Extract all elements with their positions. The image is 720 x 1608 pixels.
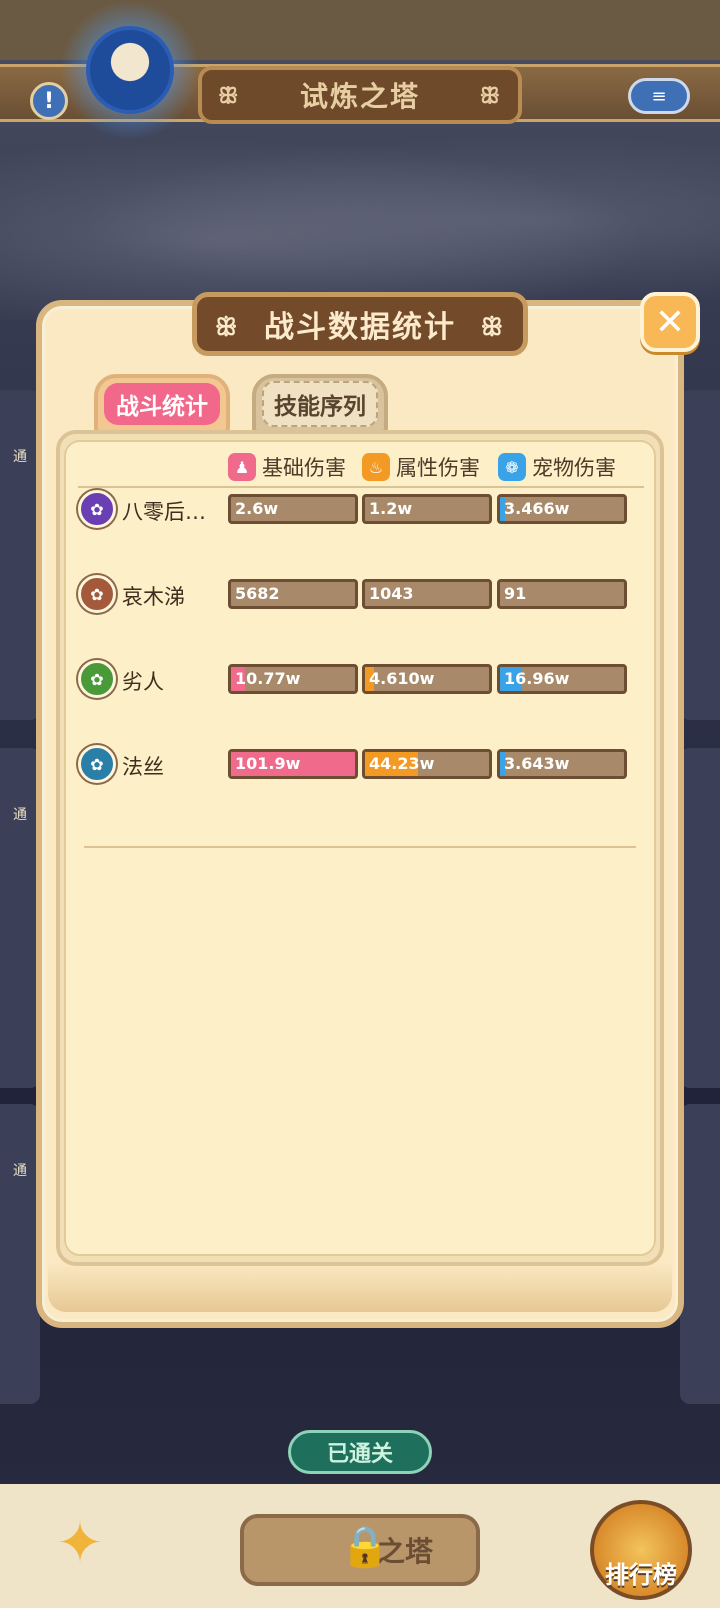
column-header-pet-damage: ❁ 宠物伤害 [498, 452, 616, 482]
column-label: 基础伤害 [262, 456, 346, 480]
tab-battle-stats[interactable]: 战斗统计 [94, 374, 230, 434]
person-icon: ♟ [228, 453, 256, 481]
tab-label: 技能序列 [262, 381, 378, 427]
header-divider [78, 486, 644, 488]
stats-panel-inner [64, 440, 656, 1256]
leaderboard-label: 排行榜 [605, 1561, 677, 1589]
damage-bar: 10.77w [228, 664, 358, 694]
tab-skill-sequence[interactable]: 技能序列 [252, 374, 388, 434]
damage-value: 10.77w [235, 669, 301, 688]
damage-value: 16.96w [504, 669, 570, 688]
damage-value: 1.2w [369, 499, 413, 518]
damage-value: 44.23w [369, 754, 435, 773]
side-card-right-1[interactable] [680, 390, 720, 720]
damage-bar: 91 [497, 579, 627, 609]
damage-value: 4.610w [369, 669, 435, 688]
damage-value: 101.9w [235, 754, 301, 773]
tab-label: 战斗统计 [104, 383, 220, 425]
hero-name: 劣人 [122, 670, 164, 694]
side-card-left-2[interactable]: 通 [0, 748, 40, 1088]
damage-bar: 3.466w [497, 494, 627, 524]
column-label: 属性伤害 [396, 456, 480, 480]
side-card-label: 通 [13, 449, 27, 465]
damage-value: 2.6w [235, 499, 279, 518]
swirl-right-icon: ꕥ [479, 84, 502, 109]
hero-avatar-icon: ✿ [78, 575, 116, 613]
damage-bar: 101.9w [228, 749, 358, 779]
close-button[interactable]: ✕ [640, 292, 700, 352]
cleared-badge: 已通关 [288, 1430, 432, 1474]
tower-title: ꕥ 试炼之塔 ꕥ [198, 66, 522, 124]
menu-button[interactable]: ≡ [628, 78, 690, 114]
hero-name: 哀木涕 [122, 585, 185, 609]
damage-bar: 2.6w [228, 494, 358, 524]
lock-icon: 🔒 [340, 1524, 390, 1570]
fish-bone-icon[interactable]: ✦ [30, 1512, 130, 1576]
modal-title-text: 战斗数据统计 [264, 310, 456, 345]
flame-icon: ♨ [362, 453, 390, 481]
swirl-right-icon: ꕥ [480, 313, 505, 341]
column-header-attr-damage: ♨ 属性伤害 [362, 452, 480, 482]
damage-value: 3.466w [504, 499, 570, 518]
column-header-base-damage: ♟ 基础伤害 [228, 452, 346, 482]
damage-value: 1043 [369, 584, 414, 603]
side-card-right-2[interactable] [680, 748, 720, 1088]
paw-icon: ❁ [498, 453, 526, 481]
leaderboard-button[interactable]: 排行榜 [590, 1500, 692, 1600]
swirl-left-icon: ꕥ [218, 84, 241, 109]
side-card-left-1[interactable]: 通 [0, 390, 40, 720]
damage-bar: 1043 [362, 579, 492, 609]
scene-clouds [0, 120, 720, 320]
modal-footer-decoration [48, 1262, 672, 1312]
hero-name: 法丝 [122, 755, 164, 779]
damage-bar: 44.23w [362, 749, 492, 779]
side-card-left-3[interactable]: 通 [0, 1104, 40, 1404]
side-card-label: 通 [13, 807, 27, 823]
hero-name: 八零后… [122, 500, 206, 524]
tower-title-text: 试炼之塔 [299, 80, 420, 113]
hero-avatar-icon: ✿ [78, 745, 116, 783]
player-avatar[interactable] [86, 26, 174, 114]
damage-bar: 16.96w [497, 664, 627, 694]
side-card-right-3[interactable] [680, 1104, 720, 1404]
column-label: 宠物伤害 [532, 456, 616, 480]
damage-value: 5682 [235, 584, 280, 603]
damage-bar: 3.643w [497, 749, 627, 779]
damage-bar: 4.610w [362, 664, 492, 694]
damage-bar: 1.2w [362, 494, 492, 524]
damage-bar: 5682 [228, 579, 358, 609]
hero-avatar-icon: ✿ [78, 660, 116, 698]
modal-title: ꕥ 战斗数据统计 ꕥ [192, 292, 528, 356]
damage-value: 91 [504, 584, 527, 603]
rows-divider [84, 846, 636, 848]
swirl-left-icon: ꕥ [215, 313, 240, 341]
hero-avatar-icon: ✿ [78, 490, 116, 528]
damage-value: 3.643w [504, 754, 570, 773]
side-card-label: 通 [13, 1163, 27, 1179]
